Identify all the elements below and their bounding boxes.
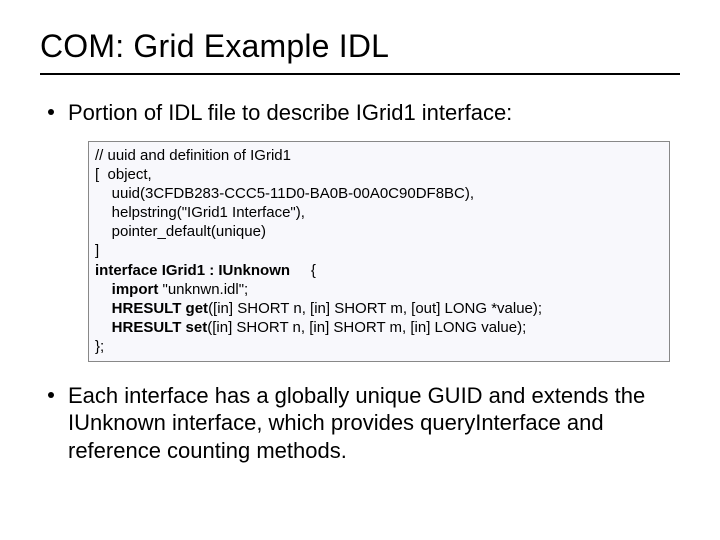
code-line: }; xyxy=(95,338,104,355)
bullet-item-2: Each interface has a globally unique GUI… xyxy=(48,382,680,465)
code-keyword: HRESULT get xyxy=(95,300,208,317)
bullet-text-2: Each interface has a globally unique GUI… xyxy=(68,382,680,465)
code-keyword: HRESULT set xyxy=(95,319,207,336)
bullet-dot-icon xyxy=(48,109,54,115)
code-line: { xyxy=(290,262,316,279)
title-underline xyxy=(40,73,680,75)
code-line: ([in] SHORT n, [in] SHORT m, [out] LONG … xyxy=(208,300,542,317)
code-keyword: interface IGrid1 : IUnknown xyxy=(95,262,290,279)
bullet-text-1: Portion of IDL file to describe IGrid1 i… xyxy=(68,99,512,127)
idl-code-block: // uuid and definition of IGrid1 [ objec… xyxy=(88,141,670,362)
code-line: [ xyxy=(95,166,108,183)
code-line: ] xyxy=(95,242,99,259)
code-line: pointer_default(unique) xyxy=(95,223,266,240)
code-line: "unknwn.idl"; xyxy=(158,281,248,298)
code-line: ([in] SHORT n, [in] SHORT m, [in] LONG v… xyxy=(207,319,526,336)
bullet-item-1: Portion of IDL file to describe IGrid1 i… xyxy=(48,99,680,127)
slide-title: COM: Grid Example IDL xyxy=(40,28,680,65)
code-line: helpstring("IGrid1 Interface"), xyxy=(95,204,305,221)
code-line: uuid(3CFDB283-CCC5-11D0-BA0B-00A0C90DF8B… xyxy=(95,185,474,202)
bullet-dot-icon xyxy=(48,392,54,398)
code-line: // uuid and definition of IGrid1 xyxy=(95,147,291,164)
code-keyword: import xyxy=(95,281,158,298)
code-line: object, xyxy=(108,166,152,183)
